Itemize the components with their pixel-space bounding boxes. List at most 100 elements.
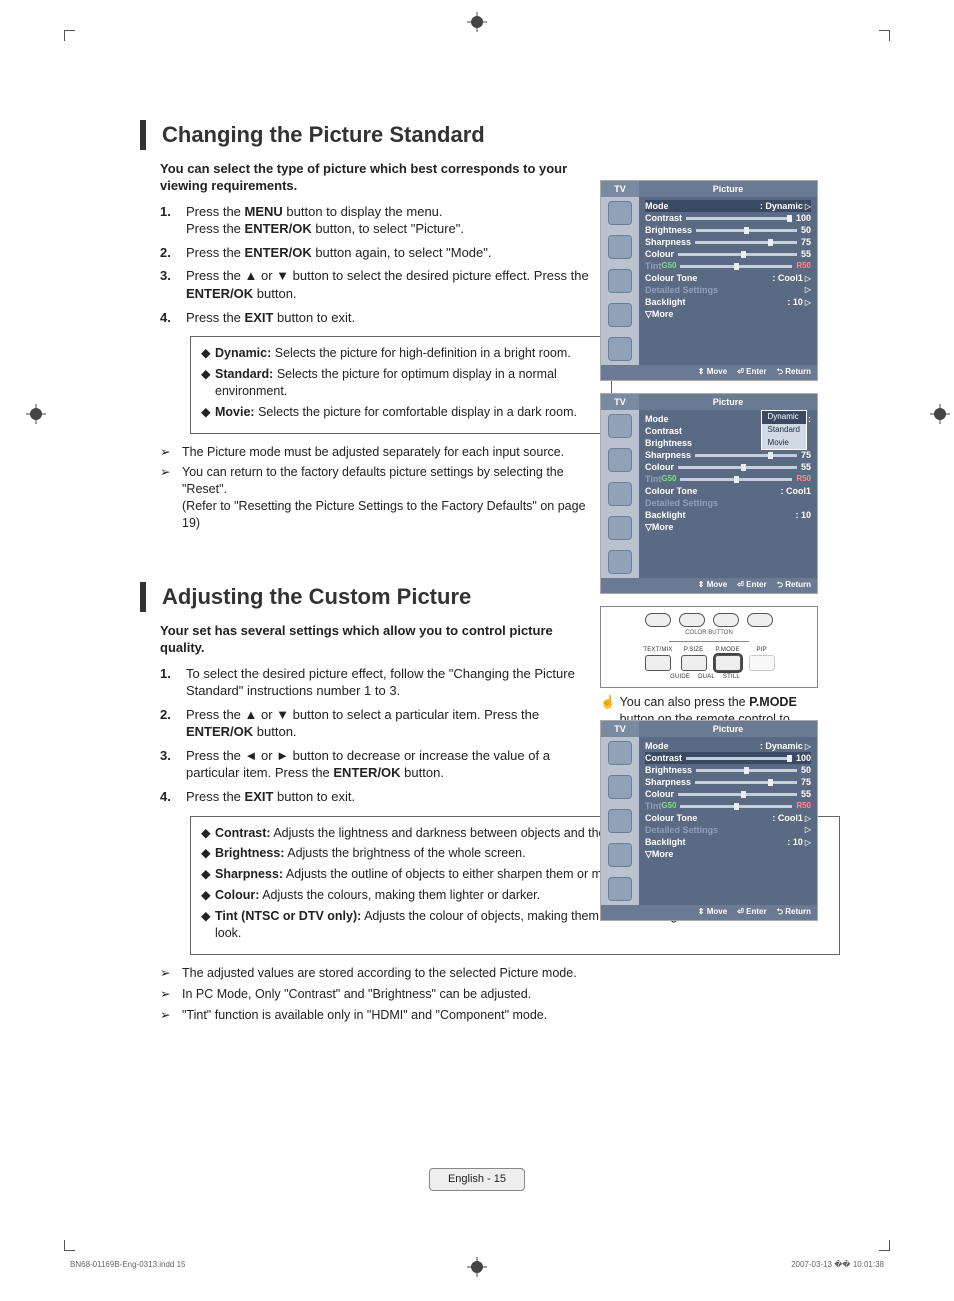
osd-category-icon <box>608 877 632 901</box>
osd-row-key: ▽More <box>645 848 673 860</box>
osd-row-value: 55 <box>801 248 811 260</box>
notes-list: ➢The Picture mode must be adjusted separ… <box>160 444 590 532</box>
osd-row-key: Sharpness <box>645 236 691 248</box>
osd-category-icon <box>608 201 632 225</box>
note-arrow-icon: ➢ <box>160 986 182 1003</box>
note-text: The Picture mode must be adjusted separa… <box>182 444 564 461</box>
osd-row-key: Mode <box>645 200 669 212</box>
osd-picture-panel-dropdown: TV Picture Mode: Contrast100 Brightness … <box>600 393 818 594</box>
note-arrow-icon: ➢ <box>160 444 182 461</box>
def-text: Selects the picture for high-definition … <box>271 346 570 360</box>
osd-icon-column <box>601 737 639 905</box>
osd-slider <box>680 478 792 481</box>
osd-icon-column <box>601 410 639 578</box>
osd-slider <box>686 757 792 760</box>
remote-button <box>749 655 775 671</box>
bullet-icon: ◆ <box>201 845 215 862</box>
remote-button-label: STILL <box>723 673 740 681</box>
step-text: Press the ▲ or ▼ button to select a part… <box>186 706 590 741</box>
page-footer: English - 15 <box>0 1168 954 1191</box>
def-label: Standard: <box>215 367 273 381</box>
osd-row-key: Colour Tone <box>645 812 697 824</box>
section-title: Changing the Picture Standard <box>140 120 840 150</box>
osd-row-key: Colour <box>645 461 674 473</box>
osd-footer-enter: ⏎ Enter <box>737 907 766 918</box>
registration-mark-icon <box>930 404 950 424</box>
osd-row-value: : Dynamic <box>760 741 803 751</box>
osd-row-key: Detailed Settings <box>645 497 718 509</box>
osd-category: TV <box>601 721 639 737</box>
osd-category-icon <box>608 337 632 361</box>
osd-row-value: 75 <box>801 776 811 788</box>
remote-button <box>679 613 705 627</box>
step-text: Press the ▲ or ▼ button to select the de… <box>186 267 590 302</box>
remote-snippet: COLOR BUTTON TEXT/MIX P.SIZE P.MODE PIP … <box>600 606 818 688</box>
dropdown-option: Standard <box>762 424 806 437</box>
osd-row-key: Mode <box>645 740 669 752</box>
step-number: 2. <box>160 244 186 262</box>
print-footer-left: BN68-01169B-Eng-0313.indd 15 <box>70 1260 186 1271</box>
chevron-right-icon: ▷ <box>805 202 811 211</box>
chevron-right-icon: ▷ <box>805 285 811 296</box>
def-label: Sharpness: <box>215 867 283 881</box>
note-text: "Tint" function is available only in "HD… <box>182 1007 547 1024</box>
remote-button <box>681 655 707 671</box>
osd-row-value: 75 <box>801 236 811 248</box>
osd-tint-r: R50 <box>796 801 811 812</box>
osd-title: Picture <box>639 394 817 410</box>
step-number: 1. <box>160 203 186 238</box>
bullet-icon: ◆ <box>201 366 215 400</box>
section-intro: Your set has several settings which allo… <box>160 622 590 657</box>
osd-slider <box>678 793 797 796</box>
osd-picture-panel: TV Picture Mode: Dynamic▷ Contrast100 Br… <box>600 180 818 381</box>
osd-row-key: Colour Tone <box>645 485 697 497</box>
osd-tint-g: G50 <box>661 801 676 812</box>
osd-slider <box>680 265 792 268</box>
notes-list: ➢The adjusted values are stored accordin… <box>160 965 840 1024</box>
chevron-right-icon: ▷ <box>805 298 811 307</box>
section-intro: You can select the type of picture which… <box>160 160 590 195</box>
osd-category-icon <box>608 303 632 327</box>
crop-mark <box>64 30 75 41</box>
osd-row-value: : 10 <box>787 297 803 307</box>
def-label: Brightness: <box>215 846 284 860</box>
osd-row-key: Colour <box>645 788 674 800</box>
osd-category-icon <box>608 775 632 799</box>
osd-row-value: 50 <box>801 224 811 236</box>
osd-tint-r: R50 <box>796 474 811 485</box>
osd-slider <box>678 253 797 256</box>
osd-slider <box>695 454 797 457</box>
osd-title: Picture <box>639 181 817 197</box>
osd-row-value: 55 <box>801 461 811 473</box>
osd-footer-return: ⮌ Return <box>777 367 811 378</box>
bullet-icon: ◆ <box>201 404 215 421</box>
dropdown-option: Movie <box>762 437 806 450</box>
chevron-right-icon: ▷ <box>805 838 811 847</box>
osd-category-icon <box>608 741 632 765</box>
step-number: 3. <box>160 267 186 302</box>
osd-row-key: Mode <box>645 413 669 425</box>
osd-row-key: Detailed Settings <box>645 284 718 296</box>
osd-category: TV <box>601 394 639 410</box>
step-text: Press the ENTER/OK button again, to sele… <box>186 244 590 262</box>
osd-slider <box>678 466 797 469</box>
osd-row-key: ▽More <box>645 521 673 533</box>
osd-category-icon <box>608 809 632 833</box>
osd-category-icon <box>608 550 632 574</box>
step-number: 4. <box>160 309 186 327</box>
bullet-icon: ◆ <box>201 887 215 904</box>
osd-category-icon <box>608 448 632 472</box>
return-icon: ⮌ <box>777 580 783 589</box>
osd-row-value: : Cool1 <box>781 485 812 497</box>
def-label: Contrast: <box>215 826 271 840</box>
osd-tint-r: R50 <box>796 261 811 272</box>
chevron-right-icon: ▷ <box>805 814 811 823</box>
chevron-right-icon: ▷ <box>805 825 811 836</box>
osd-row-value: 100 <box>796 752 811 764</box>
crop-mark <box>879 1240 890 1251</box>
def-label: Dynamic: <box>215 346 271 360</box>
osd-icon-column <box>601 197 639 365</box>
osd-slider <box>680 805 792 808</box>
osd-category-icon <box>608 414 632 438</box>
def-text: Adjusts the colours, making them lighter… <box>259 888 540 902</box>
